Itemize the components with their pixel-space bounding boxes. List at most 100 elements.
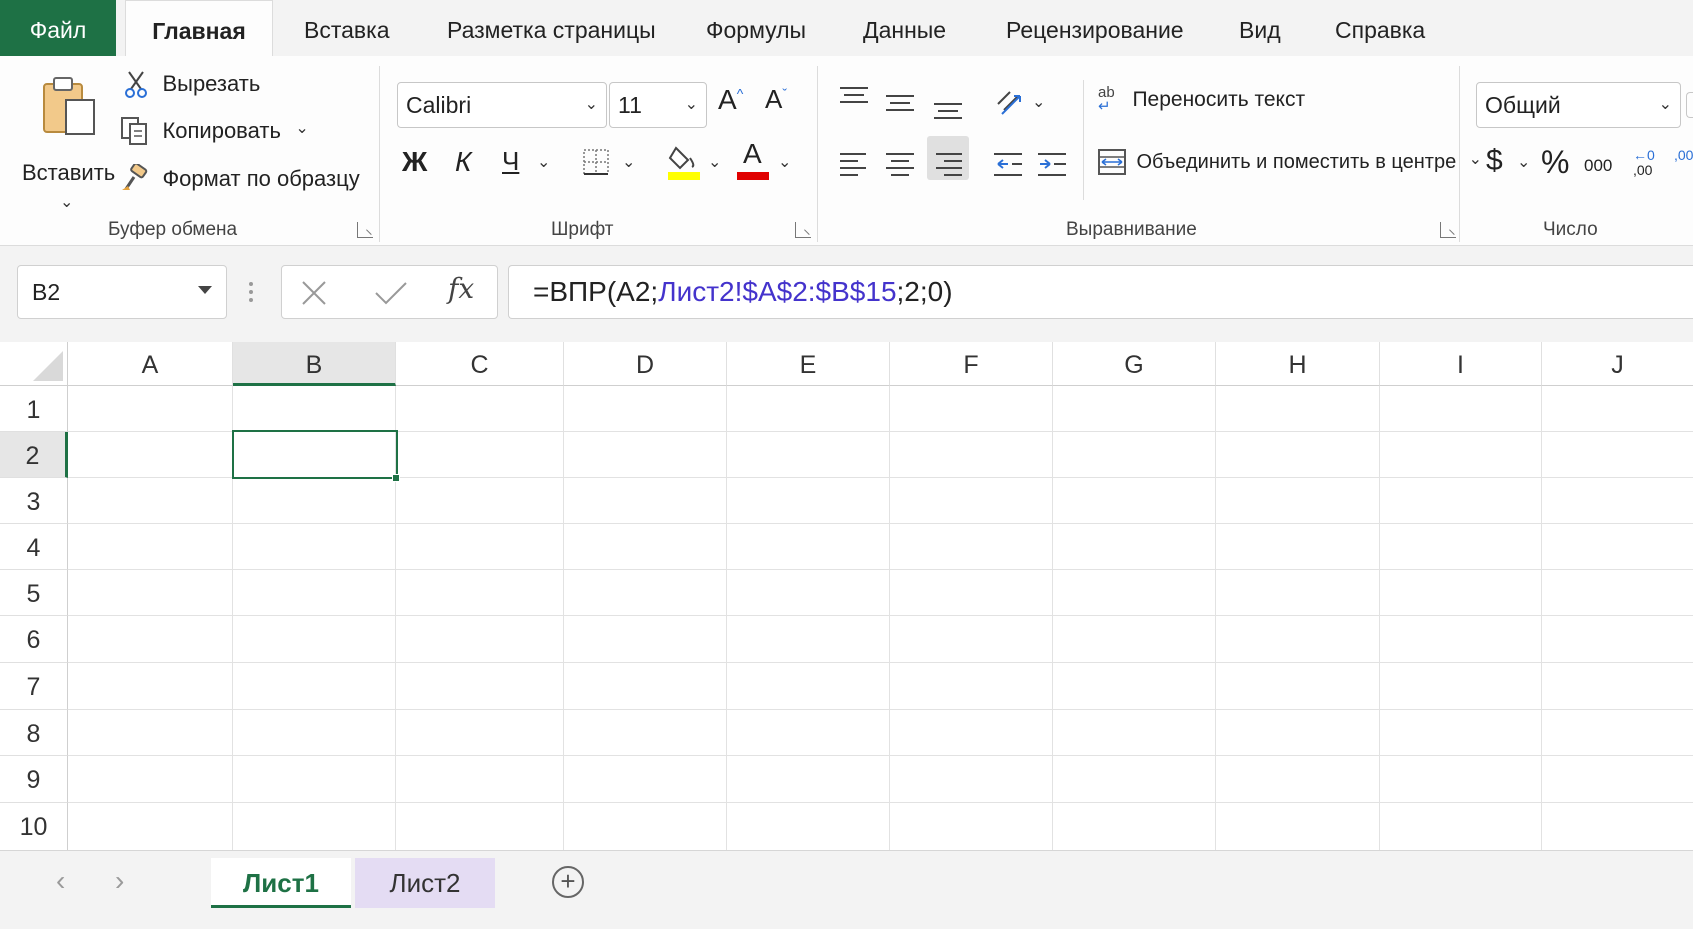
font-name-select[interactable]: Calibri ⌄	[397, 82, 607, 128]
decrease-indent-button[interactable]	[994, 152, 1022, 185]
column-header-g[interactable]: G	[1053, 342, 1216, 386]
row-header-5[interactable]: 5	[0, 570, 68, 616]
column-header-c[interactable]: C	[396, 342, 564, 386]
merge-chevron-down-icon[interactable]: ⌄	[1469, 151, 1482, 168]
font-dialog-launcher-icon[interactable]	[795, 222, 811, 238]
grow-font-button[interactable]: A^	[718, 84, 743, 116]
formula-buttons: fx	[281, 265, 498, 319]
fill-color-chevron-down-icon[interactable]: ⌄	[708, 152, 721, 172]
shrink-font-icon: A	[765, 84, 783, 114]
shrink-font-button[interactable]: Aˇ	[765, 84, 787, 115]
tab-data[interactable]: Данные	[863, 0, 946, 56]
increase-decimal-button[interactable]: ←0,00	[1633, 148, 1655, 178]
decrease-decimal-button[interactable]: ,00	[1674, 148, 1693, 163]
tab-view[interactable]: Вид	[1239, 0, 1281, 56]
row-header-9[interactable]: 9	[0, 756, 68, 803]
bold-button[interactable]: Ж	[402, 146, 427, 178]
font-size-select[interactable]: 11 ⌄	[609, 82, 707, 128]
align-right-button[interactable]	[934, 152, 962, 185]
tab-help[interactable]: Справка	[1335, 0, 1425, 56]
fill-bucket-icon	[668, 146, 700, 180]
column-header-j[interactable]: J	[1542, 342, 1693, 386]
font-group-label: Шрифт	[551, 219, 614, 240]
tab-review[interactable]: Рецензирование	[1006, 0, 1184, 56]
column-header-b[interactable]: B	[233, 342, 396, 386]
merge-center-button[interactable]: Объединить и поместить в центре ⌄	[1098, 148, 1482, 184]
column-header-a[interactable]: A	[68, 342, 233, 386]
worksheet-grid[interactable]: A B C D E F G H I J 1 2 3 4 5 6 7 8 9 10	[0, 342, 1693, 850]
align-bottom-button[interactable]	[934, 98, 962, 129]
column-header-e[interactable]: E	[727, 342, 890, 386]
grid-line	[1379, 386, 1380, 850]
group-separator	[379, 66, 380, 242]
copy-button[interactable]: Копировать ⌄	[120, 116, 309, 150]
percent-button[interactable]: %	[1541, 144, 1569, 181]
row-header-1[interactable]: 1	[0, 386, 68, 432]
align-left-button[interactable]	[840, 152, 868, 185]
font-color-button[interactable]: A	[737, 138, 769, 180]
sheet-tab-1[interactable]: Лист1	[211, 858, 351, 908]
formula-bar-splitter[interactable]	[249, 282, 253, 306]
column-header-d[interactable]: D	[564, 342, 727, 386]
number-format-value: Общий	[1485, 92, 1561, 118]
underline-button[interactable]: Ч	[502, 146, 519, 177]
borders-chevron-down-icon[interactable]: ⌄	[622, 152, 635, 172]
underline-chevron-down-icon[interactable]: ⌄	[537, 152, 550, 172]
insert-function-fx-icon[interactable]: fx	[448, 272, 474, 305]
borders-button[interactable]	[582, 148, 610, 181]
name-box[interactable]: B2	[17, 265, 227, 319]
copy-label: Копировать	[162, 118, 281, 143]
orientation-chevron-down-icon[interactable]: ⌄	[1032, 92, 1045, 112]
column-header-h[interactable]: H	[1216, 342, 1380, 386]
next-sheet-chevron-right-icon[interactable]: ›	[115, 865, 124, 897]
tab-page-layout[interactable]: Разметка страницы	[447, 0, 656, 56]
add-sheet-plus-icon[interactable]: +	[552, 866, 584, 898]
tab-formulas[interactable]: Формулы	[706, 0, 806, 56]
cell-styles-button[interactable]	[1686, 92, 1693, 118]
format-painter-button[interactable]: Формат по образцу	[120, 162, 360, 198]
active-cell-b2[interactable]	[232, 430, 398, 479]
enter-check-icon[interactable]	[374, 279, 408, 307]
alignment-dialog-launcher-icon[interactable]	[1440, 222, 1456, 238]
paste-chevron-down-icon[interactable]: ⌄	[60, 192, 73, 212]
wrap-text-label: Переносить текст	[1132, 88, 1306, 111]
paste-button[interactable]: Вставить ⌄	[20, 74, 115, 211]
number-format-select[interactable]: Общий ⌄	[1476, 82, 1681, 128]
align-middle-button[interactable]	[886, 92, 914, 123]
thousands-separator-button[interactable]: 000	[1584, 156, 1612, 176]
increase-indent-button[interactable]	[1038, 152, 1066, 185]
row-header-3[interactable]: 3	[0, 478, 68, 524]
select-all-button[interactable]	[0, 342, 68, 386]
orientation-button[interactable]	[994, 86, 1026, 123]
row-header-10[interactable]: 10	[0, 803, 68, 850]
column-header-i[interactable]: I	[1380, 342, 1542, 386]
font-color-chevron-down-icon[interactable]: ⌄	[778, 152, 791, 172]
align-center-button[interactable]	[886, 152, 914, 185]
align-bottom-icon	[934, 103, 962, 119]
tab-insert[interactable]: Вставка	[304, 0, 390, 56]
row-header-6[interactable]: 6	[0, 616, 68, 663]
group-separator	[1083, 80, 1084, 200]
row-header-4[interactable]: 4	[0, 524, 68, 570]
italic-button[interactable]: К	[455, 146, 472, 178]
clipboard-dialog-launcher-icon[interactable]	[357, 222, 373, 238]
cancel-icon[interactable]	[300, 279, 328, 307]
fill-handle[interactable]	[392, 474, 400, 482]
currency-button[interactable]: $	[1486, 144, 1503, 178]
wrap-text-button[interactable]: ab ↵ Переносить текст	[1098, 85, 1306, 122]
cut-button[interactable]: Вырезать	[124, 70, 260, 104]
align-top-button[interactable]	[840, 86, 868, 117]
fill-color-button[interactable]	[668, 142, 700, 185]
row-header-7[interactable]: 7	[0, 663, 68, 710]
column-header-f[interactable]: F	[890, 342, 1053, 386]
tab-file[interactable]: Файл	[0, 0, 116, 56]
tab-home[interactable]: Главная	[125, 0, 273, 56]
row-header-2[interactable]: 2	[0, 432, 68, 478]
text-orientation-icon	[997, 91, 1021, 115]
currency-chevron-down-icon[interactable]: ⌄	[1517, 152, 1530, 172]
row-header-8[interactable]: 8	[0, 710, 68, 756]
copy-chevron-down-icon[interactable]: ⌄	[295, 120, 308, 137]
sheet-tab-2[interactable]: Лист2	[355, 858, 495, 908]
formula-input[interactable]: =ВПР(A2;Лист2!$A$2:$B$15;2;0)	[508, 265, 1693, 319]
prev-sheet-chevron-left-icon[interactable]: ‹	[56, 865, 65, 897]
